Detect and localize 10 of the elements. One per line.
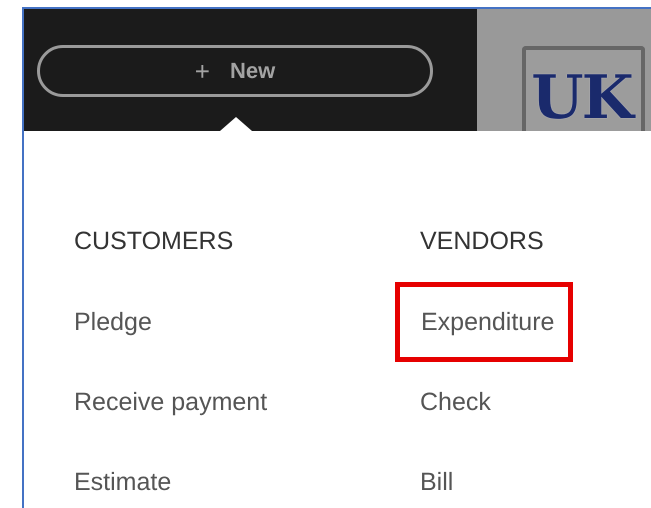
logo: UK — [522, 46, 645, 131]
menu-item[interactable]: Check — [420, 378, 491, 426]
menu-item[interactable]: Receive payment — [74, 378, 268, 426]
new-button[interactable]: + New — [37, 45, 433, 97]
menu-item[interactable]: Estimate — [74, 458, 172, 506]
menu-item[interactable]: Expenditure — [395, 282, 574, 362]
menu-heading: CUSTOMERS — [74, 226, 234, 256]
menu-item[interactable]: Pledge — [74, 298, 152, 346]
menu-item[interactable]: Bill — [420, 458, 454, 506]
menu-heading: VENDORS — [420, 226, 544, 256]
